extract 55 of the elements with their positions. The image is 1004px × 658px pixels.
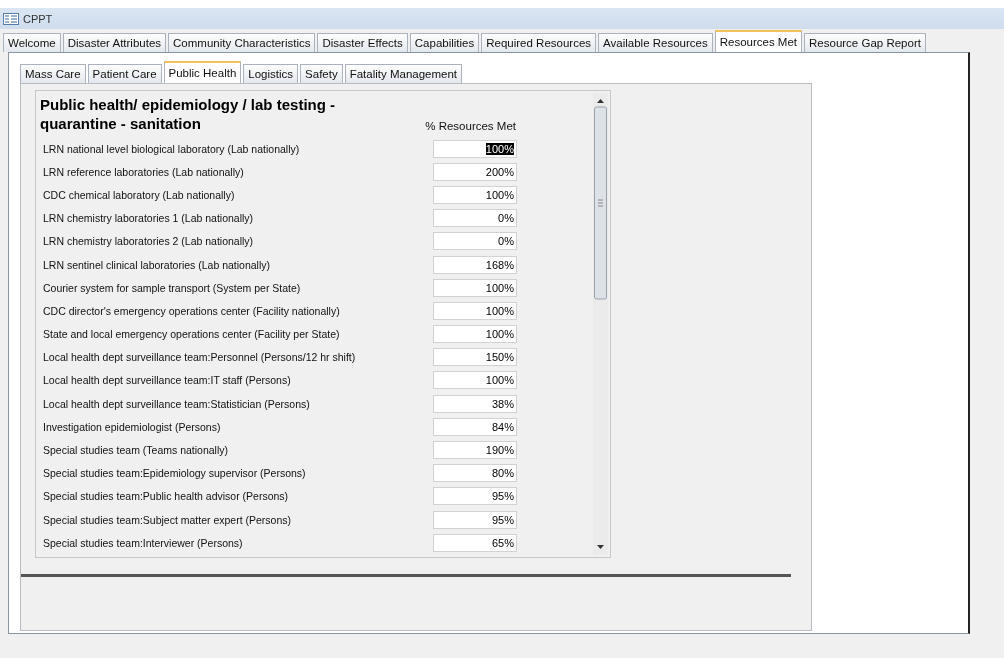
percent-field[interactable]: 200% [433,162,517,181]
percent-field[interactable]: 150% [433,348,517,367]
percent-field[interactable]: 80% [433,464,517,483]
percent-field[interactable]: 100% [433,325,517,344]
tab[interactable]: Available Resources [598,33,713,52]
resource-label: LRN chemistry laboratories 1 (Lab nationally) [43,212,254,225]
percent-field[interactable]: 100% [433,301,517,320]
tab[interactable]: Logistics [243,64,299,83]
percent-field[interactable]: 84% [433,417,517,436]
resource-label: LRN sentinel clinical laboratories (Lab nationally) [43,258,271,271]
tab[interactable]: Resource Gap Report [804,33,926,52]
percent-field[interactable]: 100% [433,278,517,297]
tab[interactable]: Capabilities [409,33,480,52]
percent-field[interactable]: 100% [433,371,517,390]
form-icon [3,12,19,25]
resource-label: LRN national level biological laboratory (Lab nationally) [43,142,300,155]
tab[interactable]: Disaster Effects [317,33,408,52]
percent-field[interactable]: 95% [433,487,517,506]
percent-field[interactable]: 65% [433,533,517,552]
resource-label: Special studies team (Teams nationally) [43,444,228,457]
resource-label: State and local emergency operations center (Facility per State) [43,328,340,341]
tab[interactable]: Mass Care [20,64,86,83]
column-header: % Resources Met [425,120,516,132]
form-heading: Public health/ epidemiology / lab testing - quarantine - sanitation [40,95,337,133]
resource-label: Courier system for sample transport (System per State) [43,281,301,294]
percent-field[interactable]: 95% [433,510,517,529]
tab[interactable]: Fatality Management [344,64,463,83]
resource-label: CDC chemical laboratory (Lab nationally) [43,188,235,201]
tab[interactable]: Resources Met [714,30,803,52]
tab[interactable]: Welcome [3,33,61,52]
percent-field[interactable]: 190% [433,441,517,460]
window-title: CPPT [23,12,53,25]
percent-field[interactable]: 168% [433,255,517,274]
percent-field[interactable]: 100% [433,139,517,158]
percent-field[interactable]: 100% [433,185,517,204]
resource-label: LRN chemistry laboratories 2 (Lab nationally) [43,235,254,248]
resource-label: Local health dept surveillance team:Statistician (Persons) [43,397,310,410]
resource-label: Special studies team:Interviewer (Persons) [43,536,243,549]
tab[interactable]: Patient Care [87,64,162,83]
tab[interactable]: Public Health [163,61,242,83]
resource-label: CDC director's emergency operations center (Facility nationally) [43,304,340,317]
tab[interactable]: Required Resources [481,33,597,52]
percent-field[interactable]: 0% [433,209,517,228]
resource-label: Special studies team:Epidemiology supervisor (Persons) [43,467,306,480]
percent-field[interactable]: 0% [433,232,517,251]
resource-label: Special studies team:Public health advisor (Persons) [43,490,289,503]
resource-label: Local health dept surveillance team:Personnel (Persons/12 hr shift) [43,351,356,364]
tab[interactable]: Community Characteristics [168,33,316,52]
resource-label: Special studies team:Subject matter expert (Persons) [43,513,292,526]
tab[interactable]: Disaster Attributes [62,33,167,52]
resource-label: Investigation epidemiologist (Persons) [43,420,221,433]
percent-field[interactable]: 38% [433,394,517,413]
tab[interactable]: Safety [300,64,343,83]
resource-label: LRN reference laboratories (Lab nationally) [43,165,244,178]
resource-label: Local health dept surveillance team:IT staff (Persons) [43,374,291,387]
